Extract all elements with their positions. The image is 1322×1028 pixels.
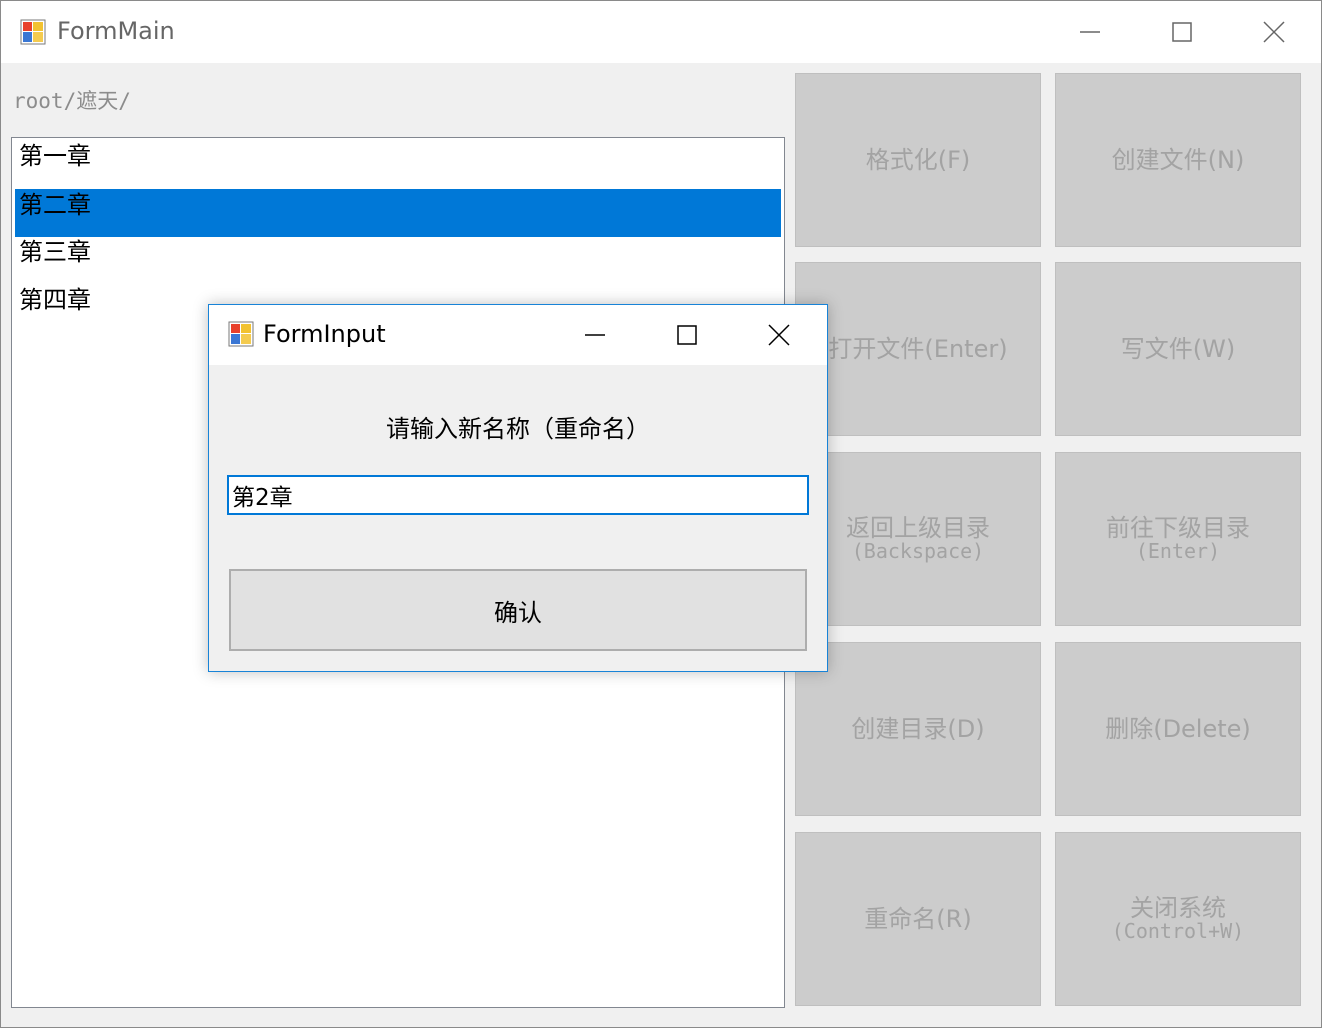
app-window-icon [228,321,254,347]
create-directory-button[interactable]: 创建目录(D) [795,642,1041,816]
go-up-directory-label: 返回上级目录 [846,514,990,542]
open-file-button[interactable]: 打开文件(Enter) [795,262,1041,436]
minimize-icon [585,334,605,336]
go-up-directory-shortcut: (Backspace) [851,539,985,563]
new-name-input[interactable] [227,475,809,515]
confirm-button[interactable]: 确认 [229,569,807,651]
close-system-label: 关闭系统 [1130,894,1226,922]
window-title: FormMain [57,17,175,45]
rename-button-label: 重命名(R) [864,905,972,933]
close-icon [768,324,790,346]
maximize-button[interactable] [1136,1,1228,63]
list-item-selected[interactable]: 第二章 [15,189,781,237]
dialog-maximize-button[interactable] [641,305,733,365]
format-button[interactable]: 格式化(F) [795,73,1041,247]
delete-button[interactable]: 删除(Delete) [1055,642,1301,816]
write-file-button[interactable]: 写文件(W) [1055,262,1301,436]
format-button-label: 格式化(F) [865,146,971,174]
app-window-icon [20,19,46,45]
delete-button-label: 删除(Delete) [1105,715,1251,743]
rename-prompt-label: 请输入新名称（重命名） [386,415,650,443]
main-titlebar[interactable]: FormMain [1,1,1321,63]
dialog-title: FormInput [263,320,386,348]
dialog-titlebar[interactable]: FormInput [209,305,827,365]
list-item[interactable]: 第三章 [15,236,781,284]
list-item[interactable]: 第一章 [15,140,781,188]
create-file-button[interactable]: 创建文件(N) [1055,73,1301,247]
close-system-button[interactable]: 关闭系统 (Control+W) [1055,832,1301,1006]
current-path-label: root/遮天/ [13,89,131,113]
rename-dialog: FormInput 请输入新名称（重命名） 确认 [208,304,828,672]
close-icon [1263,21,1285,43]
minimize-button[interactable] [1044,1,1136,63]
maximize-icon [1172,22,1192,42]
write-file-button-label: 写文件(W) [1120,335,1236,363]
maximize-icon [677,325,697,345]
go-down-directory-label: 前往下级目录 [1106,514,1250,542]
close-button[interactable] [1228,1,1320,63]
go-down-directory-button[interactable]: 前往下级目录 (Enter) [1055,452,1301,626]
go-down-directory-shortcut: (Enter) [1135,539,1221,563]
close-system-shortcut: (Control+W) [1111,919,1245,943]
create-file-button-label: 创建文件(N) [1111,146,1245,174]
create-directory-button-label: 创建目录(D) [851,715,985,743]
dialog-minimize-button[interactable] [549,305,641,365]
rename-button[interactable]: 重命名(R) [795,832,1041,1006]
minimize-icon [1080,31,1100,33]
go-up-directory-button[interactable]: 返回上级目录 (Backspace) [795,452,1041,626]
dialog-close-button[interactable] [733,305,825,365]
open-file-button-label: 打开文件(Enter) [828,335,1008,363]
